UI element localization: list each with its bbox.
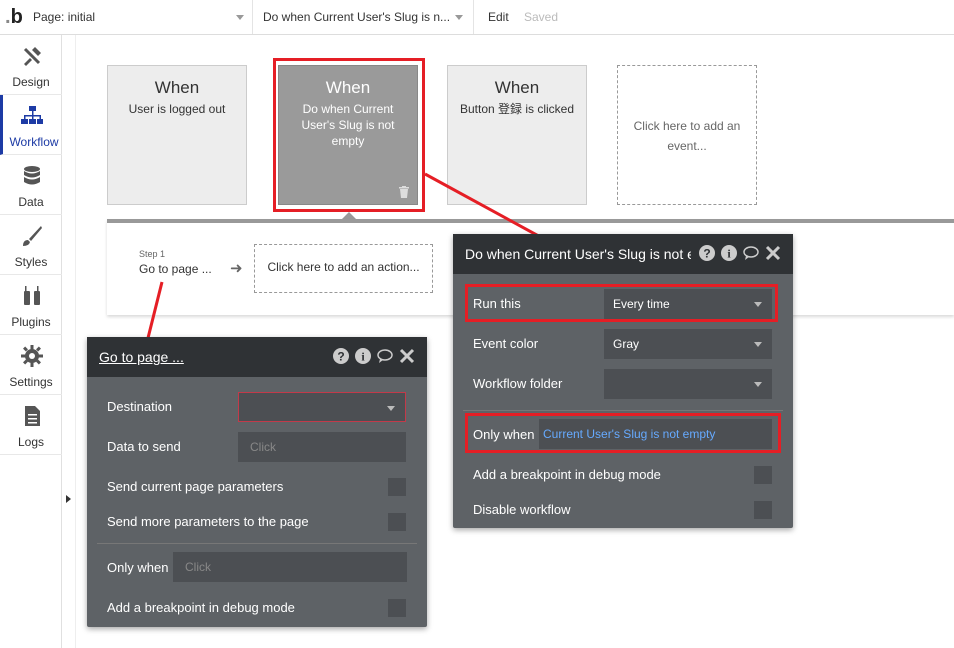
workflow-folder-label: Workflow folder (473, 376, 563, 391)
destination-dropdown[interactable] (238, 392, 406, 422)
sidebar-item-data[interactable]: Data (0, 155, 62, 215)
workflow-selector-label: Do when Current User's Slug is n... (263, 10, 451, 24)
workflow-properties-panel: Do when Current User's Slug is not empty… (453, 234, 793, 528)
arrow-right-icon: ➜ (230, 260, 243, 277)
only-when-label: Only when (107, 560, 169, 575)
panel-title[interactable]: Go to page ... (99, 349, 299, 365)
svg-text:?: ? (337, 350, 344, 364)
page-selector[interactable]: Page: initial (33, 0, 253, 34)
only-when-placeholder: Click (185, 560, 211, 574)
design-icon (23, 47, 41, 66)
event-card-button-clicked[interactable]: When Button 登録 is clicked (447, 65, 587, 205)
only-when-input[interactable]: Click (173, 552, 407, 582)
disable-workflow-label: Disable workflow (473, 502, 571, 517)
breakpoint-label: Add a breakpoint in debug mode (473, 467, 661, 482)
destination-label: Destination (107, 399, 173, 414)
sidebar-item-settings[interactable]: Settings (0, 335, 62, 395)
step-number: Step 1 (139, 249, 166, 259)
styles-icon (23, 226, 42, 246)
edit-menu[interactable]: Edit (488, 10, 509, 24)
send-more-params-checkbox[interactable] (388, 513, 406, 531)
event-description: Button 登録 is clicked (459, 102, 575, 116)
sidebar-item-label: Data (18, 195, 44, 209)
workflow-icon (21, 106, 43, 124)
annotation-highlight-only-when (465, 413, 781, 453)
sidebar-item-label: Logs (17, 435, 45, 449)
event-color-value: Gray (613, 337, 640, 351)
left-sidebar: Design Workflow Data Styles Plugins Sett… (0, 35, 62, 648)
step-1-action[interactable]: Go to page ... (139, 262, 212, 276)
add-action-placeholder[interactable]: Click here to add an action... (254, 244, 433, 293)
sidebar-item-plugins[interactable]: Plugins (0, 275, 62, 335)
send-more-params-label: Send more parameters to the page (107, 514, 309, 529)
saved-status: Saved (524, 10, 559, 24)
panel-title: Do when Current User's Slug is not empty (465, 246, 691, 262)
top-bar: .b Page: initial Do when Current User's … (0, 0, 954, 35)
sidebar-item-label: Design (12, 75, 50, 89)
sidebar-item-label: Settings (9, 375, 53, 389)
event-color-dropdown[interactable]: Gray (604, 329, 772, 359)
sidebar-item-label: Workflow (9, 135, 59, 149)
disable-workflow-checkbox[interactable] (754, 501, 772, 519)
event-when-label: When (154, 78, 200, 97)
bubble-logo[interactable]: .b (5, 6, 23, 29)
send-current-params-label: Send current page parameters (107, 479, 284, 494)
data-icon (24, 166, 40, 185)
svg-text:?: ? (703, 247, 710, 261)
canvas-divider (75, 35, 76, 648)
chevron-down-icon (236, 15, 244, 20)
send-current-params-checkbox[interactable] (388, 478, 406, 496)
chevron-down-icon (387, 406, 395, 411)
plugins-icon (24, 286, 40, 305)
event-card-logged-out[interactable]: When User is logged out (107, 65, 247, 205)
panel-header: Go to page ... ? i (87, 337, 427, 377)
action-properties-panel: Go to page ... ? i Destination Data to se… (87, 337, 427, 627)
event-description: User is logged out (128, 102, 226, 116)
breakpoint-label: Add a breakpoint in debug mode (107, 600, 295, 615)
chevron-down-icon (455, 15, 463, 20)
sidebar-item-styles[interactable]: Styles (0, 215, 62, 275)
workflow-folder-dropdown[interactable] (604, 369, 772, 399)
panel-header-icons: ? i (693, 245, 781, 263)
sidebar-item-label: Styles (14, 255, 48, 269)
workflow-selector[interactable]: Do when Current User's Slug is n... (254, 0, 474, 34)
sidebar-item-label: Plugins (11, 315, 51, 329)
settings-icon (21, 345, 43, 367)
event-when-label: When (494, 78, 540, 97)
comment-icon[interactable] (377, 348, 393, 364)
help-icon[interactable]: ? (333, 348, 349, 364)
data-to-send-label: Data to send (107, 439, 181, 454)
add-event-placeholder[interactable]: Click here to add an event... (617, 65, 757, 205)
annotation-highlight-run-this (465, 284, 778, 322)
add-event-label: Click here to add an event... (633, 119, 741, 153)
breakpoint-checkbox[interactable] (754, 466, 772, 484)
comment-icon[interactable] (743, 245, 759, 261)
data-to-send-placeholder: Click (250, 440, 276, 454)
event-color-label: Event color (473, 336, 539, 351)
annotation-highlight-event (273, 58, 425, 212)
close-icon[interactable] (765, 245, 781, 261)
panel-divider (463, 410, 783, 411)
info-icon[interactable]: i (721, 245, 737, 261)
panel-header-icons: ? i (327, 348, 415, 366)
panel-header: Do when Current User's Slug is not empty… (453, 234, 793, 274)
sidebar-item-workflow[interactable]: Workflow (0, 95, 62, 155)
chevron-down-icon (754, 342, 762, 347)
chevron-down-icon (754, 382, 762, 387)
close-icon[interactable] (399, 348, 415, 364)
panel-divider (97, 543, 417, 544)
breakpoint-checkbox[interactable] (388, 599, 406, 617)
sidebar-item-logs[interactable]: Logs (0, 395, 62, 455)
collapse-arrow-icon[interactable] (66, 495, 71, 503)
sidebar-item-design[interactable]: Design (0, 35, 62, 95)
help-icon[interactable]: ? (699, 245, 715, 261)
page-selector-label: Page: initial (33, 10, 96, 24)
info-icon[interactable]: i (355, 348, 371, 364)
data-to-send-input[interactable]: Click (238, 432, 406, 462)
logs-icon (25, 406, 40, 426)
